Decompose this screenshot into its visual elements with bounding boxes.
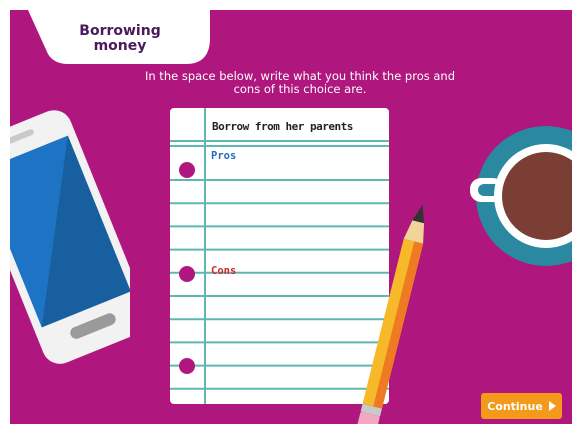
continue-label: Continue — [487, 399, 543, 413]
activity-stage: Borrowing money In the space below, writ… — [10, 10, 572, 424]
play-arrow-icon — [548, 401, 556, 411]
page-title: Borrowing money — [79, 23, 161, 54]
pros-label: Pros — [211, 150, 237, 162]
continue-button[interactable]: Continue — [481, 393, 562, 419]
coffee-cup-illustration — [470, 126, 572, 266]
notepad-heading: Borrow from her parents — [212, 120, 353, 133]
phone-illustration — [10, 110, 130, 364]
cons-label: Cons — [211, 265, 237, 277]
instructions-text: In the space below, write what you think… — [144, 69, 456, 96]
pencil-illustration — [357, 204, 425, 424]
punch-hole — [179, 162, 195, 178]
punch-hole — [179, 358, 195, 374]
punch-hole — [179, 266, 195, 282]
